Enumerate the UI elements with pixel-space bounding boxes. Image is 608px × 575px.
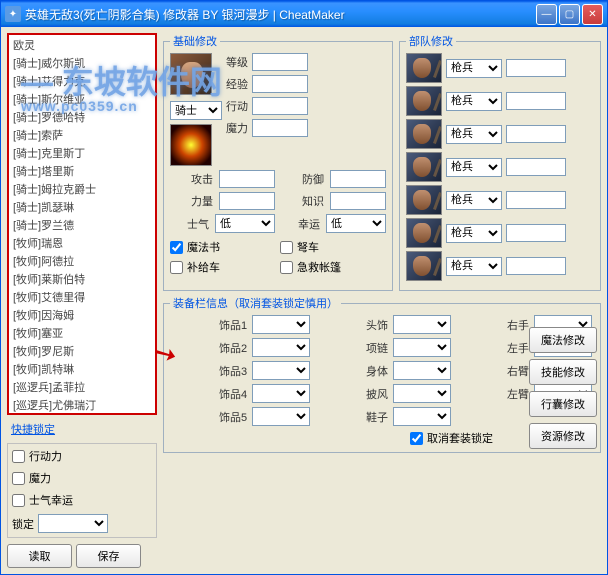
magic-lock-chk[interactable] bbox=[12, 472, 25, 485]
hero-item[interactable]: [牧师]凯特琳 bbox=[10, 360, 154, 378]
hero-item[interactable]: [牧师]艾德里得 bbox=[10, 288, 154, 306]
equip-select[interactable] bbox=[393, 315, 451, 334]
troop-count-input[interactable] bbox=[506, 224, 566, 242]
side-button[interactable]: 魔法修改 bbox=[529, 327, 597, 353]
luck-select[interactable]: 低 bbox=[326, 214, 386, 233]
hero-item[interactable]: [牧师]因海姆 bbox=[10, 306, 154, 324]
hero-item[interactable]: [骑士]塔里斯 bbox=[10, 162, 154, 180]
lock-select[interactable] bbox=[38, 514, 108, 533]
equip-select[interactable] bbox=[252, 315, 310, 334]
hero-item[interactable]: [骑士]凯瑟琳 bbox=[10, 198, 154, 216]
hero-item[interactable]: [骑士]罗德哈特 bbox=[10, 108, 154, 126]
hero-item[interactable]: [牧师]莱斯伯特 bbox=[10, 270, 154, 288]
load-button[interactable]: 读取 bbox=[7, 544, 72, 568]
troop-portrait[interactable] bbox=[406, 119, 442, 149]
troop-count-input[interactable] bbox=[506, 59, 566, 77]
power-input[interactable] bbox=[219, 192, 275, 210]
troop-type-select[interactable]: 枪兵 bbox=[446, 125, 502, 144]
troop-legend: 部队修改 bbox=[406, 33, 456, 49]
close-button[interactable]: ✕ bbox=[582, 4, 603, 25]
hero-item[interactable]: [巡逻兵]洁诺娃 bbox=[10, 414, 154, 415]
equip-legend: 装备栏信息（取消套装锁定慎用） bbox=[170, 295, 341, 311]
troop-type-select[interactable]: 枪兵 bbox=[446, 158, 502, 177]
hero-portrait[interactable] bbox=[170, 53, 212, 95]
action-input[interactable] bbox=[252, 97, 308, 115]
cancel-set-chk[interactable] bbox=[410, 432, 423, 445]
side-button[interactable]: 技能修改 bbox=[529, 359, 597, 385]
equip-select[interactable] bbox=[393, 361, 451, 380]
basic-panel: 基础修改 骑士 等级 经验 行动 魔力 bbox=[163, 33, 393, 291]
hero-listbox[interactable]: 欧灵[骑士]威尔斯凯[骑士]艾得力克[骑士]斯尔维亚[骑士]罗德哈特[骑士]索萨… bbox=[7, 33, 157, 415]
troop-panel: 部队修改 枪兵枪兵枪兵枪兵枪兵枪兵枪兵 bbox=[399, 33, 601, 291]
troop-count-input[interactable] bbox=[506, 125, 566, 143]
defense-input[interactable] bbox=[330, 170, 386, 188]
troop-count-input[interactable] bbox=[506, 191, 566, 209]
morale-luck-chk[interactable] bbox=[12, 494, 25, 507]
troop-portrait[interactable] bbox=[406, 86, 442, 116]
hero-item[interactable]: [牧师]罗尼斯 bbox=[10, 342, 154, 360]
troop-portrait[interactable] bbox=[406, 218, 442, 248]
troop-portrait[interactable] bbox=[406, 53, 442, 83]
troop-portrait[interactable] bbox=[406, 152, 442, 182]
equip-select[interactable] bbox=[252, 338, 310, 357]
hero-item[interactable]: [巡逻兵]孟菲拉 bbox=[10, 378, 154, 396]
action-lock-chk[interactable] bbox=[12, 450, 25, 463]
hero-item[interactable]: [骑士]艾得力克 bbox=[10, 72, 154, 90]
lock-label: 锁定 bbox=[12, 516, 34, 532]
knowledge-input[interactable] bbox=[330, 192, 386, 210]
level-input[interactable] bbox=[252, 53, 308, 71]
tent-chk[interactable] bbox=[280, 261, 293, 274]
hero-item[interactable]: [骑士]索萨 bbox=[10, 126, 154, 144]
hero-item[interactable]: [骑士]克里斯丁 bbox=[10, 144, 154, 162]
equip-select[interactable] bbox=[252, 407, 310, 426]
equip-select[interactable] bbox=[393, 384, 451, 403]
minimize-button[interactable]: — bbox=[536, 4, 557, 25]
attack-input[interactable] bbox=[219, 170, 275, 188]
hero-item[interactable]: [牧师]阿德拉 bbox=[10, 252, 154, 270]
lock-options-panel: 行动力 魔力 士气幸运 锁定 bbox=[7, 443, 157, 538]
morale-select[interactable]: 低 bbox=[215, 214, 275, 233]
hero-item[interactable]: [骑士]斯尔维亚 bbox=[10, 90, 154, 108]
hero-item[interactable]: [牧师]瑞恩 bbox=[10, 234, 154, 252]
window-title: 英雄无敌3(死亡阴影合集) 修改器 BY 银河漫步 | CheatMaker bbox=[25, 6, 536, 23]
hero-item[interactable]: [牧师]塞亚 bbox=[10, 324, 154, 342]
hero-item[interactable]: 欧灵 bbox=[10, 36, 154, 54]
basic-legend: 基础修改 bbox=[170, 33, 220, 49]
hero-item[interactable]: [巡逻兵]尤佛瑞汀 bbox=[10, 396, 154, 414]
supply-chk[interactable] bbox=[170, 261, 183, 274]
hero-item[interactable]: [骑士]罗兰德 bbox=[10, 216, 154, 234]
magic-input[interactable] bbox=[252, 119, 308, 137]
equip-select[interactable] bbox=[393, 407, 451, 426]
class-select[interactable]: 骑士 bbox=[170, 101, 222, 120]
troop-count-input[interactable] bbox=[506, 92, 566, 110]
app-icon: ✦ bbox=[5, 6, 21, 22]
skill-portrait[interactable] bbox=[170, 124, 212, 166]
troop-count-input[interactable] bbox=[506, 257, 566, 275]
save-button[interactable]: 保存 bbox=[76, 544, 141, 568]
maximize-button[interactable]: ▢ bbox=[559, 4, 580, 25]
hero-item[interactable]: [骑士]姆拉克爵士 bbox=[10, 180, 154, 198]
hero-item[interactable]: [骑士]威尔斯凯 bbox=[10, 54, 154, 72]
side-button[interactable]: 行囊修改 bbox=[529, 391, 597, 417]
spellbook-chk[interactable] bbox=[170, 241, 183, 254]
troop-portrait[interactable] bbox=[406, 185, 442, 215]
titlebar: ✦ 英雄无敌3(死亡阴影合集) 修改器 BY 银河漫步 | CheatMaker… bbox=[1, 1, 607, 27]
troop-portrait[interactable] bbox=[406, 251, 442, 281]
troop-type-select[interactable]: 枪兵 bbox=[446, 92, 502, 111]
equip-select[interactable] bbox=[252, 361, 310, 380]
troop-type-select[interactable]: 枪兵 bbox=[446, 59, 502, 78]
equip-select[interactable] bbox=[252, 384, 310, 403]
troop-type-select[interactable]: 枪兵 bbox=[446, 224, 502, 243]
catapult-chk[interactable] bbox=[280, 241, 293, 254]
troop-count-input[interactable] bbox=[506, 158, 566, 176]
equip-select[interactable] bbox=[393, 338, 451, 357]
troop-type-select[interactable]: 枪兵 bbox=[446, 257, 502, 276]
shortcut-lock-link[interactable]: 快捷锁定 bbox=[7, 419, 157, 439]
side-button[interactable]: 资源修改 bbox=[529, 423, 597, 449]
troop-type-select[interactable]: 枪兵 bbox=[446, 191, 502, 210]
exp-input[interactable] bbox=[252, 75, 308, 93]
